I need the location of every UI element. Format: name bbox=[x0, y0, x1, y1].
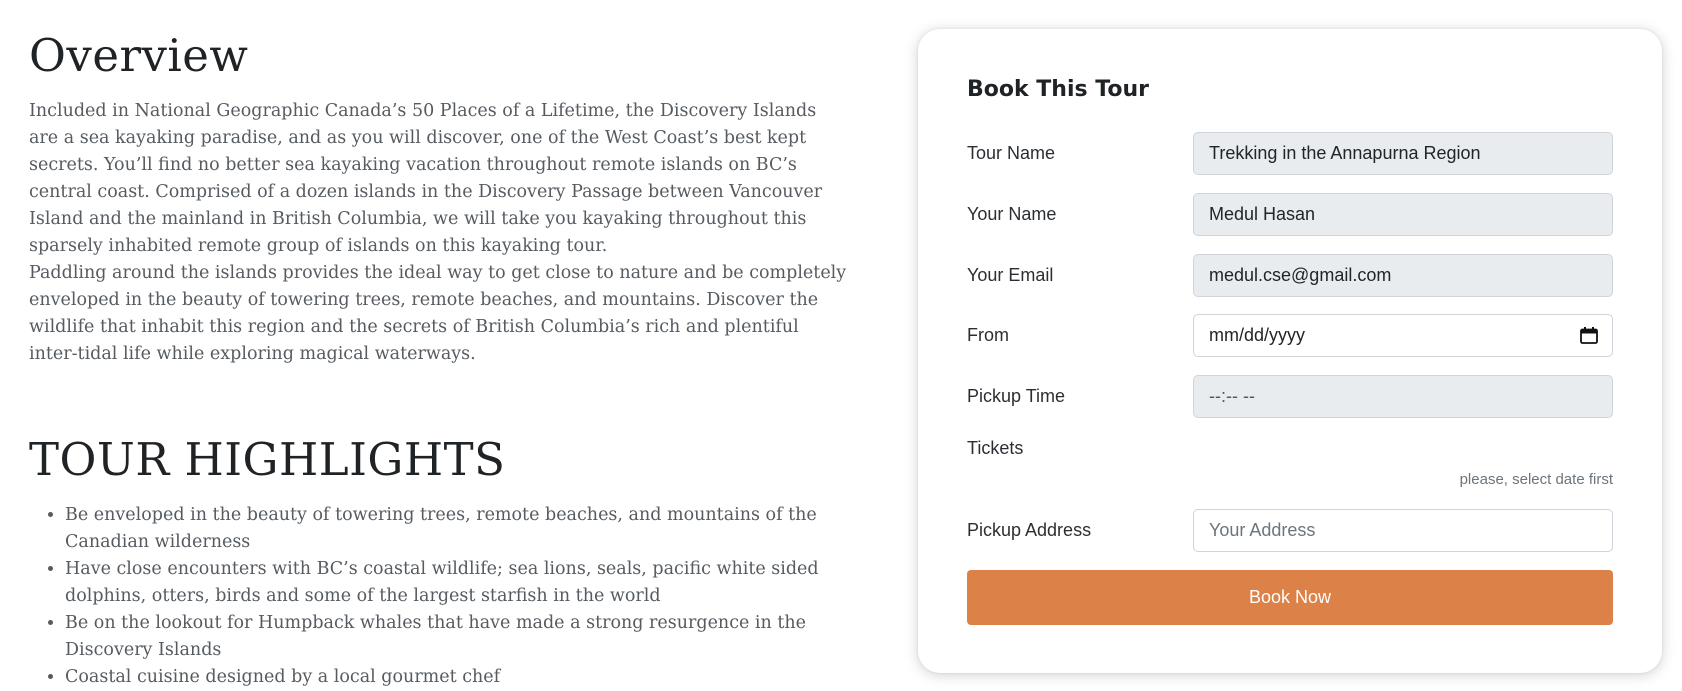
highlights-list: Be enveloped in the beauty of towering t… bbox=[29, 502, 849, 691]
pickup-time-input[interactable]: --:-- -- bbox=[1193, 375, 1613, 418]
your-name-label: Your Name bbox=[967, 204, 1057, 224]
pickup-address-row: Pickup Address bbox=[967, 509, 1613, 552]
from-date-row: From mm/dd/yyyy bbox=[967, 314, 1613, 357]
highlight-item: Coastal cuisine designed by a local gour… bbox=[65, 664, 849, 691]
from-date-placeholder: mm/dd/yyyy bbox=[1209, 325, 1306, 345]
from-date-input[interactable]: mm/dd/yyyy bbox=[1193, 314, 1613, 357]
book-now-button[interactable]: Book Now bbox=[967, 570, 1613, 625]
tour-name-input[interactable] bbox=[1193, 132, 1613, 175]
tickets-label: Tickets bbox=[967, 438, 1024, 458]
highlight-item: Be on the lookout for Humpback whales th… bbox=[65, 610, 849, 664]
pickup-address-label: Pickup Address bbox=[967, 520, 1092, 540]
overview-paragraph-2: Paddling around the islands provides the… bbox=[29, 263, 847, 364]
your-email-input[interactable] bbox=[1193, 254, 1613, 297]
pickup-address-input[interactable] bbox=[1193, 509, 1613, 552]
pickup-time-label: Pickup Time bbox=[967, 386, 1066, 406]
your-email-label: Your Email bbox=[967, 265, 1054, 285]
your-name-row: Your Name bbox=[967, 193, 1613, 236]
calendar-icon[interactable] bbox=[1580, 327, 1598, 344]
tour-name-label: Tour Name bbox=[967, 143, 1056, 163]
tour-details: Overview Included in National Geographic… bbox=[29, 26, 849, 691]
highlight-item: Have close encounters with BC’s coastal … bbox=[65, 556, 849, 610]
highlight-item: Be enveloped in the beauty of towering t… bbox=[65, 502, 849, 556]
overview-heading: Overview bbox=[29, 29, 249, 82]
from-label: From bbox=[967, 325, 1009, 345]
pickup-time-row: Pickup Time --:-- -- bbox=[967, 375, 1613, 418]
highlights-heading: TOUR HIGHLIGHTS bbox=[29, 433, 506, 486]
overview-paragraph-1: Included in National Geographic Canada’s… bbox=[29, 101, 823, 256]
booking-title: Book This Tour bbox=[967, 77, 1149, 102]
pickup-time-placeholder: --:-- -- bbox=[1209, 386, 1255, 406]
your-email-row: Your Email bbox=[967, 254, 1613, 297]
booking-card: Book This Tour Tour Name Your Name Your … bbox=[918, 29, 1662, 673]
tickets-hint: please, select date first bbox=[1459, 471, 1613, 488]
your-name-input[interactable] bbox=[1193, 193, 1613, 236]
tour-name-row: Tour Name bbox=[967, 132, 1613, 175]
